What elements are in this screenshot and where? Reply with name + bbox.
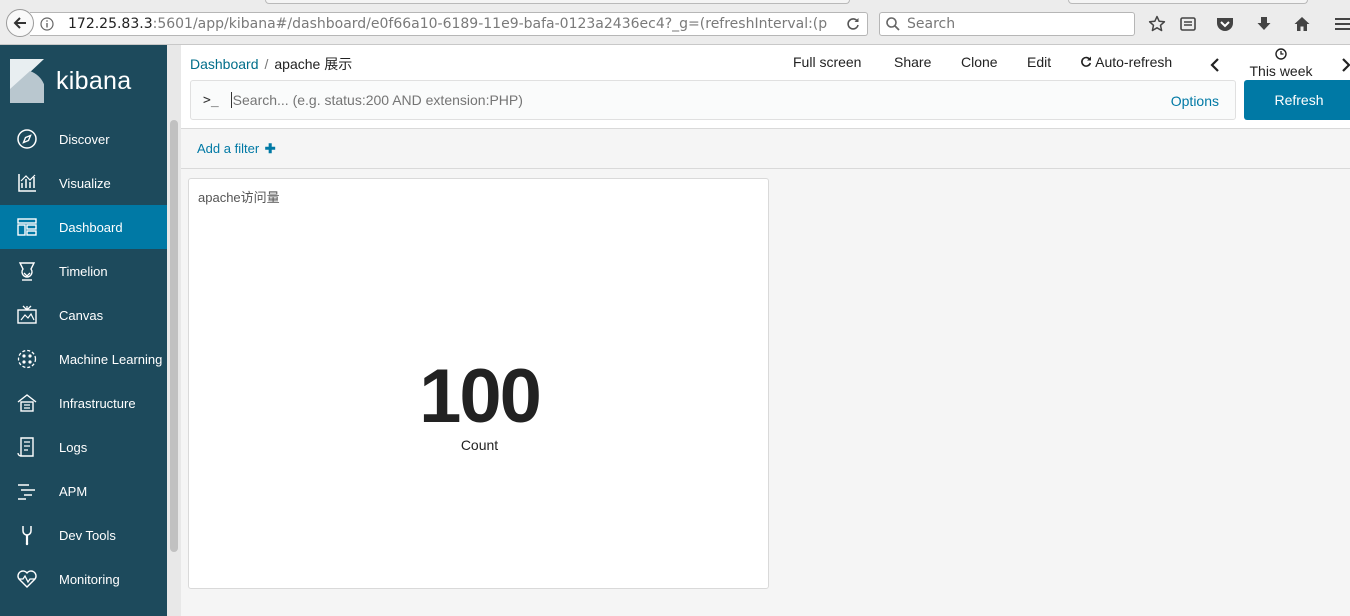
download-icon[interactable] — [1254, 14, 1274, 34]
sidebar-item-label: Infrastructure — [59, 395, 136, 411]
infrastructure-icon — [16, 392, 38, 414]
pocket-icon[interactable] — [1215, 14, 1235, 34]
metric-value: 100 — [419, 354, 542, 439]
sidebar-item-label: Discover — [59, 131, 110, 147]
sidebar-scrollbar[interactable] — [167, 45, 181, 616]
visualization-panel[interactable]: apache访问量 100 Count — [188, 178, 769, 589]
sidebar-item-label: Dashboard — [59, 219, 123, 235]
options-link[interactable]: Options — [1171, 93, 1219, 109]
arrow-left-icon — [13, 17, 26, 29]
sidebar-item-label: Logs — [59, 439, 88, 455]
text-caret — [230, 92, 232, 108]
sidebar-item-label: Timelion — [59, 263, 108, 279]
sidebar-item-visualize[interactable]: Visualize — [0, 161, 167, 205]
breadcrumb-dashboard-link[interactable]: Dashboard — [190, 56, 259, 72]
clone-button[interactable]: Clone — [961, 54, 998, 70]
sidebar-item-infrastructure[interactable]: Infrastructure — [0, 381, 167, 425]
reload-icon[interactable] — [845, 16, 861, 36]
share-button[interactable]: Share — [894, 54, 931, 70]
sidebar-item-label: Machine Learning — [59, 351, 163, 367]
timelion-icon — [16, 260, 38, 282]
reading-list-icon[interactable] — [1178, 14, 1198, 34]
dashboard-icon — [16, 216, 38, 238]
sidebar-nav: Discover Visualize Dashboard Timelion Ca… — [0, 117, 167, 601]
logs-icon — [16, 436, 38, 458]
scrollbar-thumb[interactable] — [170, 120, 178, 552]
query-language-prompt[interactable]: >_ — [203, 93, 219, 108]
refresh-button[interactable]: Refresh — [1244, 80, 1350, 120]
breadcrumb-separator: / — [264, 56, 269, 72]
sidebar-item-discover[interactable]: Discover — [0, 117, 167, 161]
apm-icon — [16, 480, 38, 502]
url-text[interactable]: 172.25.83.3:5601/app/kibana#/dashboard/e… — [68, 16, 828, 32]
panel-title: apache访问量 — [198, 190, 280, 205]
sidebar-item-timelion[interactable]: Timelion — [0, 249, 167, 293]
clock-icon — [1275, 48, 1287, 60]
breadcrumb-current: apache 展示 — [274, 56, 353, 72]
sidebar-item-label: Canvas — [59, 307, 104, 323]
home-icon[interactable] — [1292, 14, 1312, 34]
url-path: :5601/app/kibana#/dashboard/e0f66a10-618… — [152, 16, 828, 32]
chevron-left-icon[interactable] — [1210, 57, 1220, 76]
add-filter-link[interactable]: Add a filter ✚ — [197, 141, 276, 157]
chevron-right-icon[interactable] — [1341, 57, 1350, 76]
kibana-sidebar: kibana Discover Visualize Dashboard Time… — [0, 45, 181, 616]
top-nav: Dashboard / apache 展示 Full screen Share Cl… — [181, 45, 1350, 129]
full-screen-button[interactable]: Full screen — [793, 54, 861, 70]
browser-search-placeholder: Search — [907, 16, 956, 32]
query-bar[interactable]: >_ Options — [190, 80, 1236, 120]
filter-bar: Add a filter ✚ — [181, 130, 1350, 169]
wrench-icon — [16, 524, 38, 546]
plus-icon: ✚ — [264, 141, 276, 156]
sidebar-item-machine-learning[interactable]: Machine Learning — [0, 337, 167, 381]
kibana-logo[interactable]: kibana — [0, 45, 167, 117]
sidebar-item-dashboard[interactable]: Dashboard — [0, 205, 167, 249]
kibana-logo-icon — [10, 59, 44, 103]
bookmark-star-icon[interactable] — [1147, 14, 1167, 34]
breadcrumb: Dashboard / apache 展示 — [190, 54, 352, 74]
back-button[interactable] — [6, 9, 34, 37]
refresh-icon — [1081, 56, 1092, 67]
heartbeat-icon — [16, 568, 38, 590]
address-bar[interactable]: 172.25.83.3:5601/app/kibana#/dashboard/e… — [30, 12, 868, 36]
search-input[interactable] — [232, 92, 1133, 108]
auto-refresh-label: Auto-refresh — [1095, 54, 1173, 70]
compass-icon — [16, 128, 38, 150]
time-range-label: This week — [1249, 63, 1313, 79]
hamburger-menu-icon[interactable] — [1332, 14, 1350, 34]
sidebar-item-label: APM — [59, 483, 88, 499]
info-icon[interactable] — [38, 17, 56, 31]
time-picker[interactable]: This week — [1247, 47, 1315, 79]
sidebar-item-monitoring[interactable]: Monitoring — [0, 557, 167, 601]
metric-label: Count — [460, 437, 499, 453]
browser-tab[interactable] — [265, 0, 850, 4]
url-host: 172.25.83.3 — [68, 16, 153, 32]
sidebar-item-apm[interactable]: APM — [0, 469, 167, 513]
sidebar-item-canvas[interactable]: Canvas — [0, 293, 167, 337]
sidebar-item-logs[interactable]: Logs — [0, 425, 167, 469]
sidebar-item-label: Visualize — [59, 175, 111, 191]
machine-learning-icon — [16, 348, 38, 370]
browser-toolbar: 172.25.83.3:5601/app/kibana#/dashboard/e… — [0, 0, 1350, 45]
edit-button[interactable]: Edit — [1027, 54, 1051, 70]
sidebar-item-label: Dev Tools — [59, 527, 116, 543]
auto-refresh-button[interactable]: Auto-refresh — [1080, 54, 1172, 70]
logo-text: kibana — [56, 66, 132, 95]
browser-search-field[interactable]: Search — [879, 12, 1135, 36]
canvas-icon — [16, 304, 38, 326]
sidebar-item-label: Monitoring — [59, 571, 120, 587]
browser-tab[interactable] — [1068, 0, 1308, 4]
add-filter-label: Add a filter — [197, 141, 260, 156]
search-icon — [886, 17, 900, 31]
visualize-icon — [16, 172, 38, 194]
dashboard-main: Dashboard / apache 展示 Full screen Share Cl… — [181, 45, 1350, 616]
sidebar-item-dev-tools[interactable]: Dev Tools — [0, 513, 167, 557]
